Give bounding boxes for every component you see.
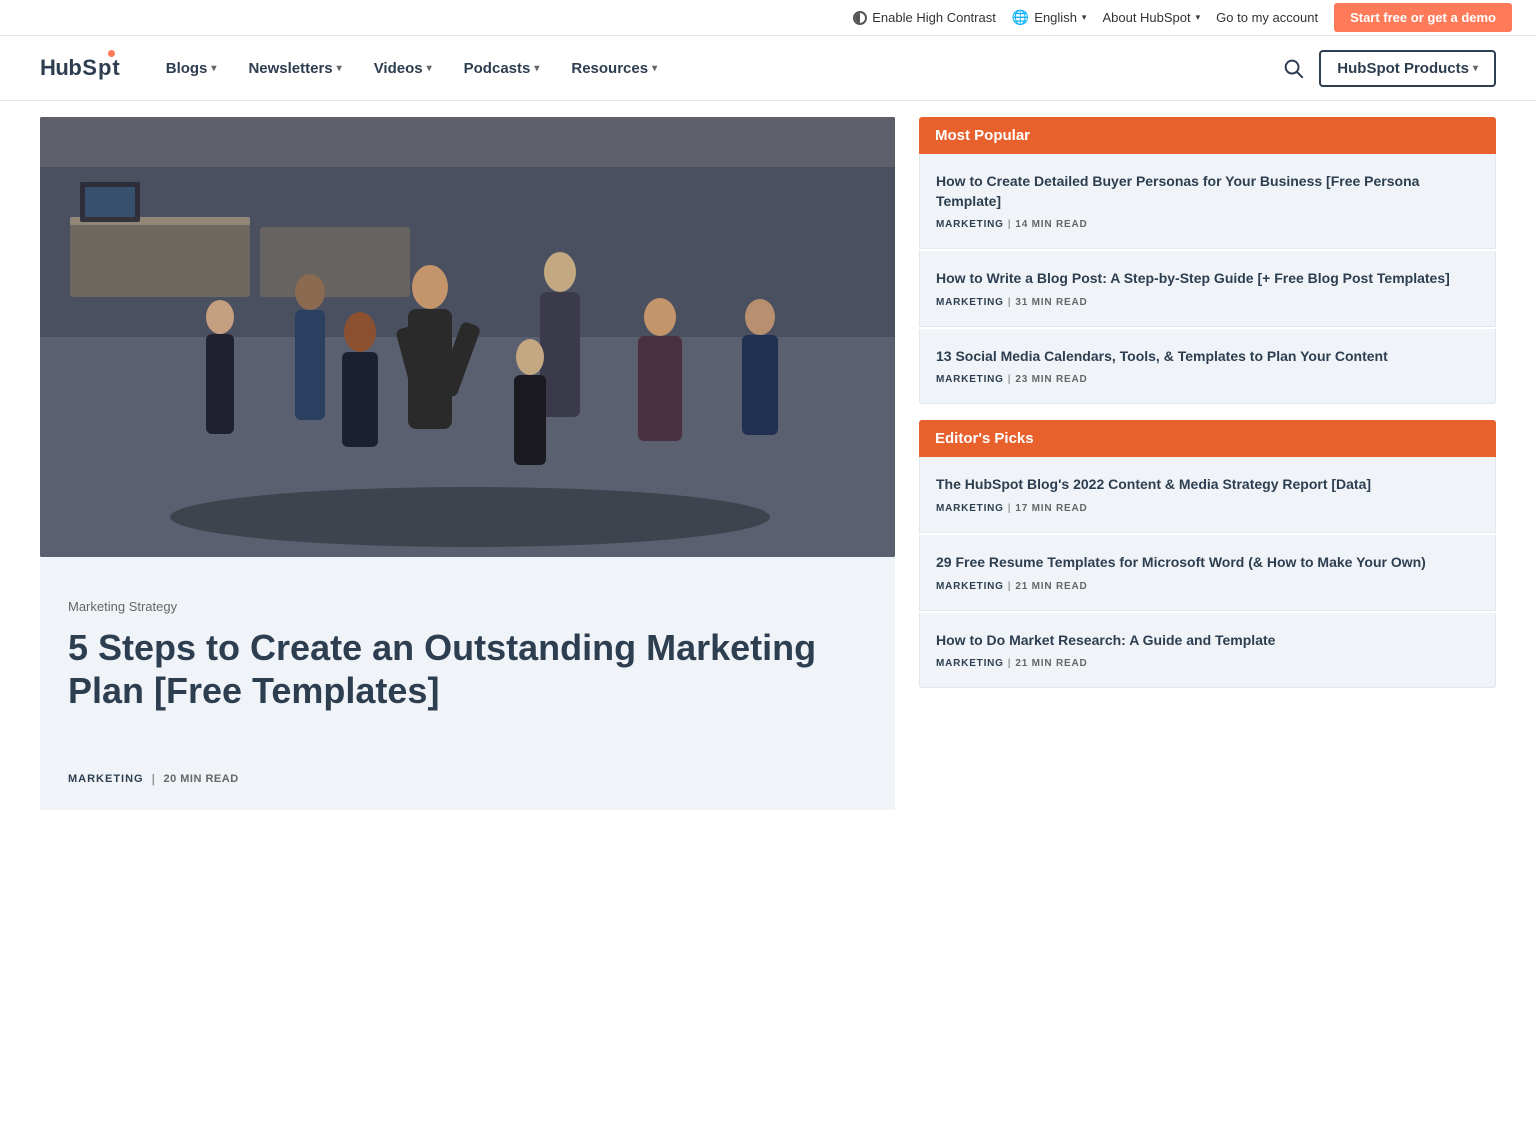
search-icon (1282, 57, 1304, 79)
picks-item-1: The HubSpot Blog's 2022 Content & Media … (919, 457, 1496, 533)
popular-item-2-tag: MARKETING (936, 297, 1004, 308)
my-account-link[interactable]: Go to my account (1216, 10, 1318, 25)
popular-item-3-read: 23 MIN READ (1015, 374, 1087, 385)
language-label: English (1034, 10, 1077, 25)
chevron-down-icon: ▾ (1196, 12, 1201, 23)
picks-item-3-read: 21 MIN READ (1015, 658, 1087, 669)
picks-item-3-title[interactable]: How to Do Market Research: A Guide and T… (936, 631, 1479, 651)
main-navigation: Hub S p t Blogs ▾ Newsletters ▾ Videos ▾… (0, 36, 1536, 101)
hubspot-logo[interactable]: Hub S p t (40, 55, 120, 81)
article-read-time: 20 MIN READ (163, 773, 238, 785)
picks-item-3-tag: MARKETING (936, 658, 1004, 669)
chevron-down-icon: ▾ (1473, 63, 1478, 74)
nav-newsletters[interactable]: Newsletters ▾ (234, 52, 355, 85)
account-label: Go to my account (1216, 10, 1318, 25)
popular-item-1: How to Create Detailed Buyer Personas fo… (919, 154, 1496, 249)
contrast-toggle[interactable]: Enable High Contrast (853, 10, 996, 25)
nav-podcasts[interactable]: Podcasts ▾ (450, 52, 554, 85)
chevron-down-icon: ▾ (534, 63, 539, 74)
chevron-down-icon: ▾ (1082, 12, 1087, 23)
top-bar: Enable High Contrast 🌐 English ▾ About H… (0, 0, 1536, 36)
content-wrapper: Marketing Strategy 5 Steps to Create an … (0, 101, 1536, 826)
main-article: Marketing Strategy 5 Steps to Create an … (40, 117, 895, 810)
article-title[interactable]: 5 Steps to Create an Outstanding Marketi… (68, 626, 867, 712)
popular-item-1-title[interactable]: How to Create Detailed Buyer Personas fo… (936, 172, 1479, 211)
popular-item-2-title[interactable]: How to Write a Blog Post: A Step-by-Step… (936, 269, 1479, 289)
nav-blogs[interactable]: Blogs ▾ (152, 52, 231, 85)
meta-divider: | (152, 772, 156, 786)
nav-resources[interactable]: Resources ▾ (557, 52, 671, 85)
nav-links: Blogs ▾ Newsletters ▾ Videos ▾ Podcasts … (152, 52, 1276, 85)
chevron-down-icon: ▾ (652, 63, 657, 74)
chevron-down-icon: ▾ (427, 63, 432, 74)
picks-item-3: How to Do Market Research: A Guide and T… (919, 613, 1496, 689)
about-label: About HubSpot (1102, 10, 1190, 25)
contrast-icon (853, 11, 867, 25)
hero-image (40, 117, 895, 557)
picks-item-1-tag: MARKETING (936, 503, 1004, 514)
picks-item-1-read: 17 MIN READ (1015, 503, 1087, 514)
picks-item-2-read: 21 MIN READ (1015, 581, 1087, 592)
search-button[interactable] (1275, 50, 1311, 86)
popular-item-3-tag: MARKETING (936, 374, 1004, 385)
hero-illustration (40, 117, 895, 557)
article-category: Marketing Strategy (68, 599, 867, 614)
sidebar: Most Popular How to Create Detailed Buye… (919, 117, 1496, 810)
nav-videos[interactable]: Videos ▾ (360, 52, 446, 85)
picks-item-2: 29 Free Resume Templates for Microsoft W… (919, 535, 1496, 611)
contrast-label: Enable High Contrast (872, 10, 996, 25)
most-popular-section: Most Popular How to Create Detailed Buye… (919, 117, 1496, 404)
chevron-down-icon: ▾ (337, 63, 342, 74)
popular-item-3: 13 Social Media Calendars, Tools, & Temp… (919, 329, 1496, 405)
editors-picks-header: Editor's Picks (919, 420, 1496, 457)
chevron-down-icon: ▾ (211, 63, 216, 74)
language-selector[interactable]: 🌐 English ▾ (1012, 9, 1087, 26)
most-popular-header: Most Popular (919, 117, 1496, 154)
start-free-cta-button[interactable]: Start free or get a demo (1334, 3, 1512, 32)
editors-picks-section: Editor's Picks The HubSpot Blog's 2022 C… (919, 420, 1496, 688)
popular-item-1-read: 14 MIN READ (1015, 219, 1087, 230)
picks-item-2-tag: MARKETING (936, 581, 1004, 592)
globe-icon: 🌐 (1012, 9, 1029, 26)
picks-item-1-title[interactable]: The HubSpot Blog's 2022 Content & Media … (936, 475, 1479, 495)
popular-item-1-tag: MARKETING (936, 219, 1004, 230)
popular-item-2-read: 31 MIN READ (1015, 297, 1087, 308)
article-content: Marketing Strategy 5 Steps to Create an … (40, 557, 895, 810)
article-tag: MARKETING (68, 773, 144, 785)
picks-item-2-title[interactable]: 29 Free Resume Templates for Microsoft W… (936, 553, 1479, 573)
about-hubspot-link[interactable]: About HubSpot ▾ (1102, 10, 1200, 25)
popular-item-3-title[interactable]: 13 Social Media Calendars, Tools, & Temp… (936, 347, 1479, 367)
article-meta: MARKETING | 20 MIN READ (68, 772, 867, 786)
popular-item-2: How to Write a Blog Post: A Step-by-Step… (919, 251, 1496, 327)
nav-hubspot-products[interactable]: HubSpot Products ▾ (1319, 50, 1496, 87)
